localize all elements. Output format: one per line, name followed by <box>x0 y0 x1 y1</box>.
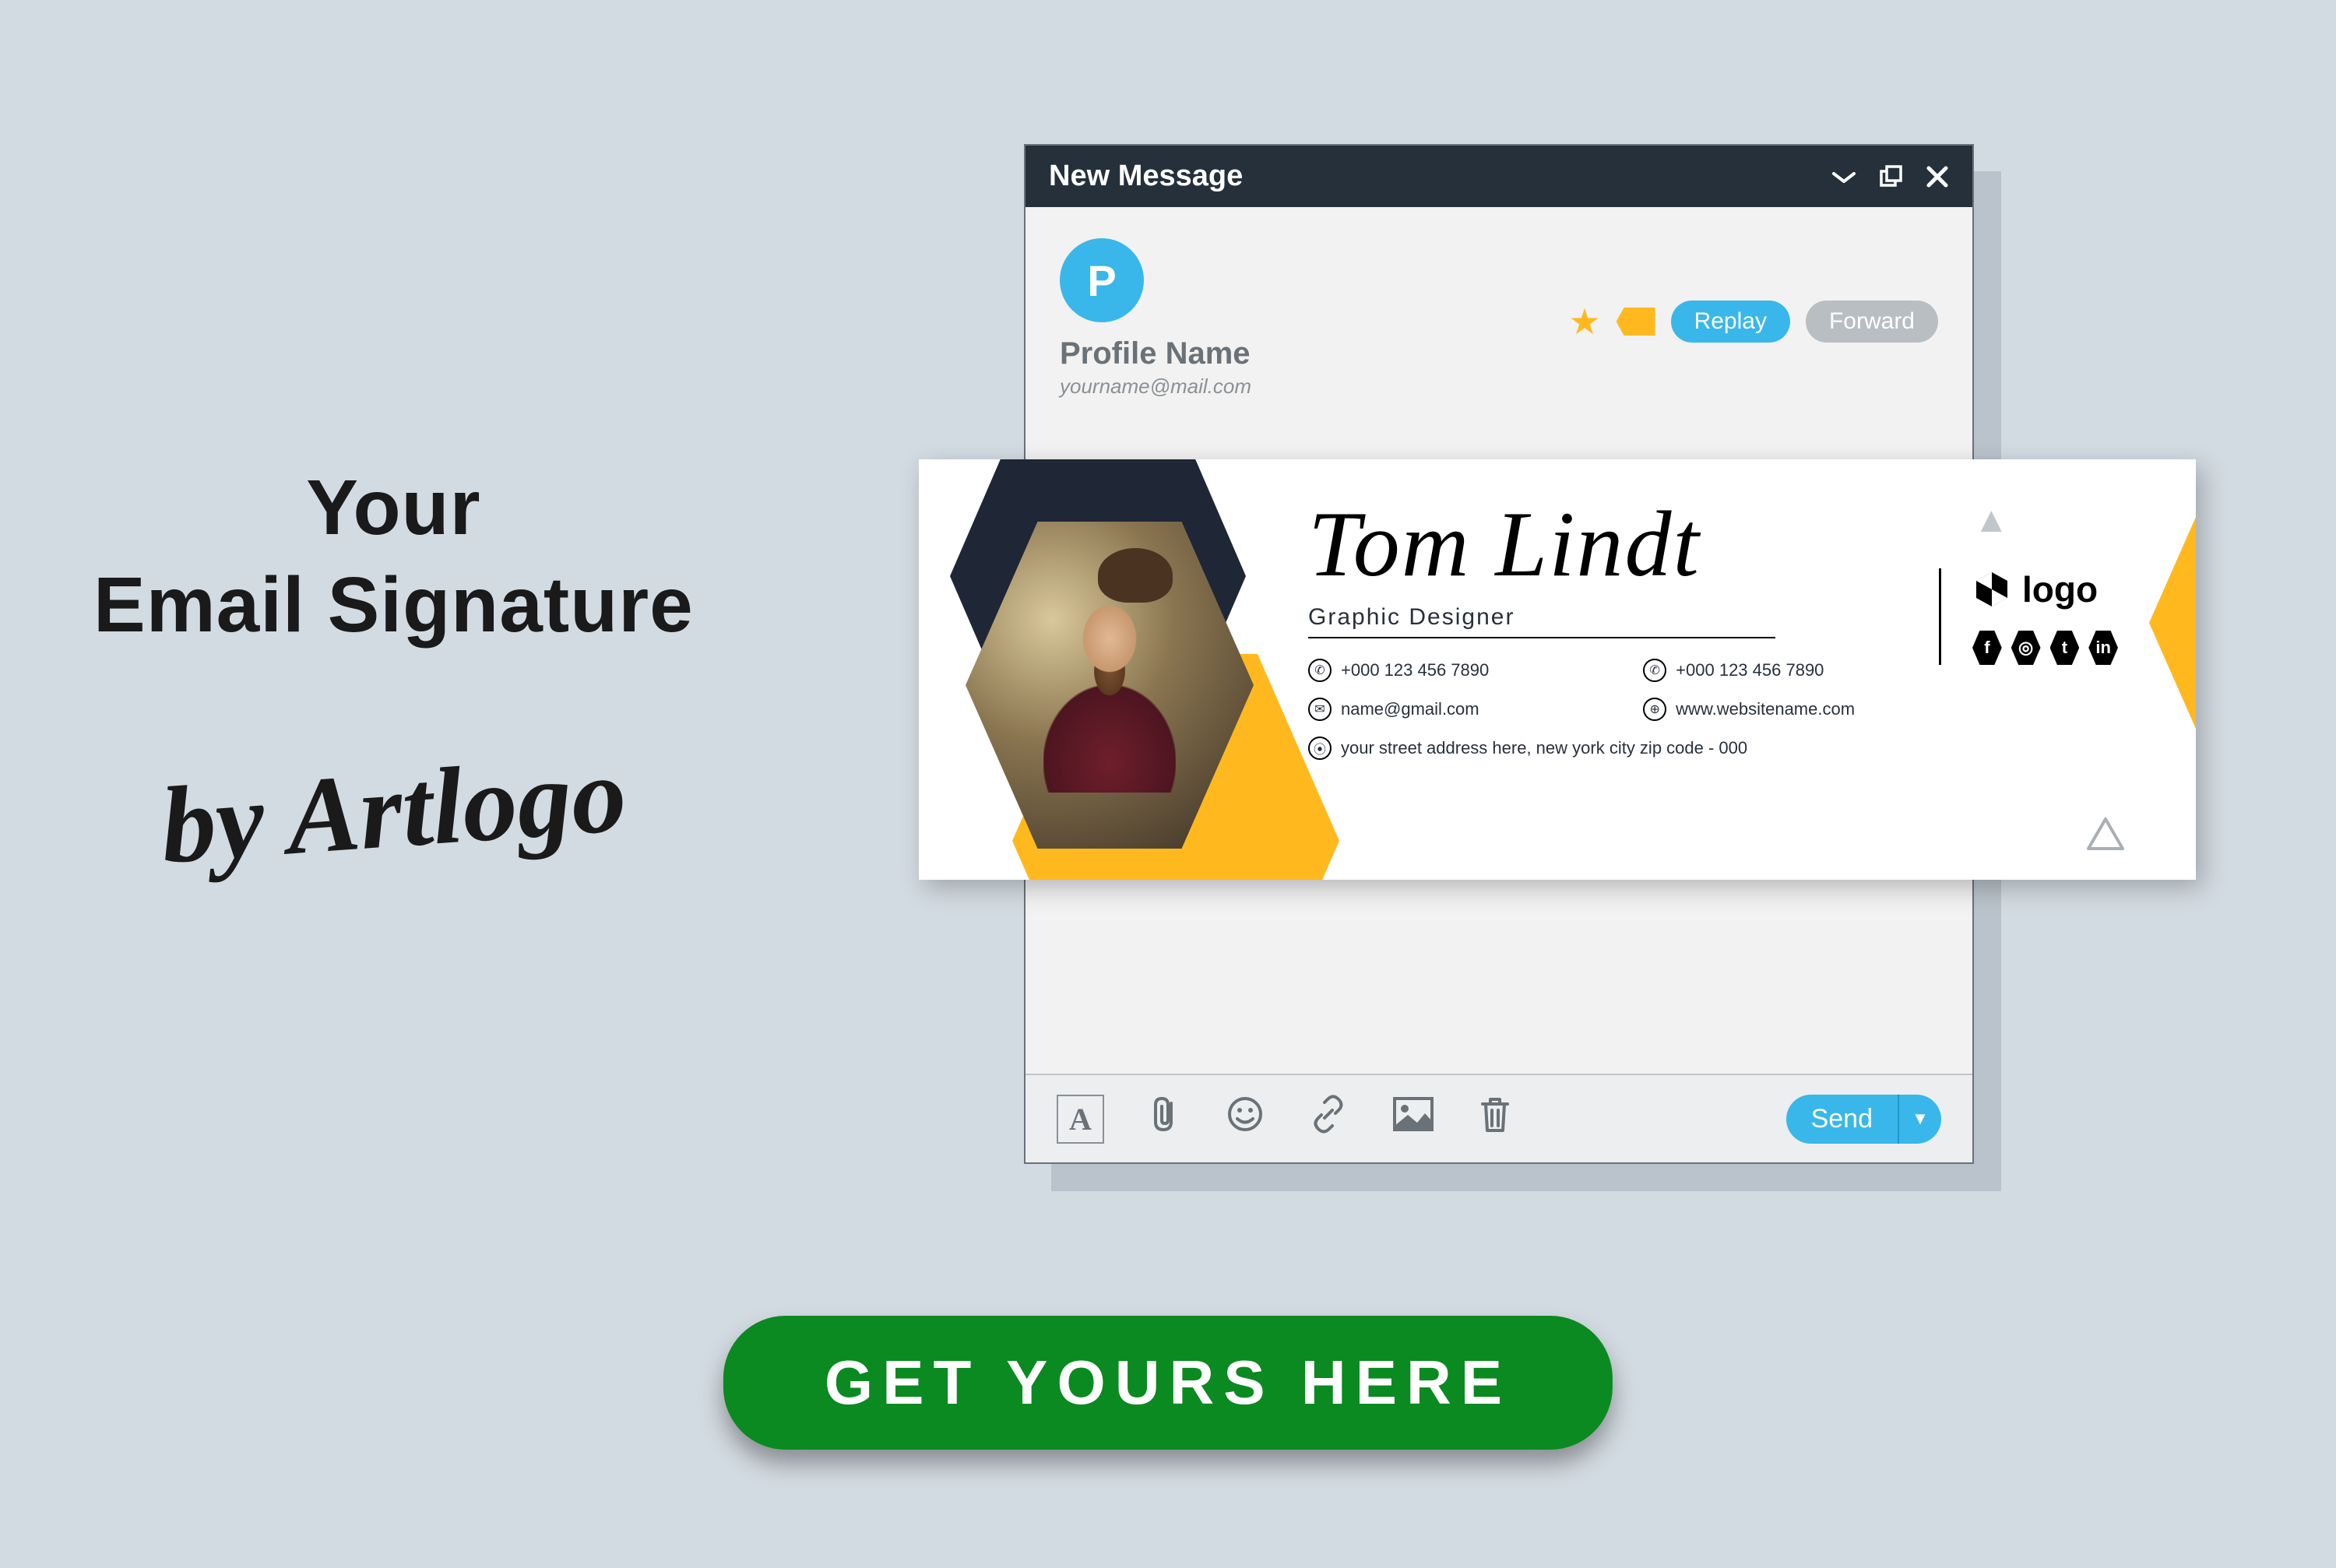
location-icon: ⦿ <box>1308 737 1332 760</box>
email-icon: ✉ <box>1308 698 1332 721</box>
signature-website: ⊕ www.websitename.com <box>1643 698 1962 721</box>
byline: by Artlogo <box>90 726 697 893</box>
signature-name: Tom Lindt <box>1308 490 1962 598</box>
triangle-down-icon <box>2085 816 2126 852</box>
emoji-icon[interactable] <box>1226 1095 1265 1143</box>
headline-line1: Your <box>93 459 694 557</box>
maximize-icon[interactable] <box>1879 164 1904 189</box>
image-icon[interactable] <box>1392 1096 1434 1141</box>
star-icon[interactable]: ★ <box>1568 301 1600 343</box>
minimize-icon[interactable] <box>1831 169 1857 185</box>
reply-button[interactable]: Replay <box>1671 301 1790 343</box>
cta-button[interactable]: GET YOURS HERE <box>723 1316 1613 1450</box>
profile-email: yourname@mail.com <box>1060 374 1251 399</box>
signature-phone2: ✆ +000 123 456 7890 <box>1643 659 1962 682</box>
send-button[interactable]: Send ▼ <box>1786 1095 1941 1144</box>
compose-titlebar: New Message <box>1026 146 1972 207</box>
close-icon[interactable] <box>1926 165 1949 188</box>
triangle-up-icon: ▲ <box>1973 498 2009 540</box>
format-text-icon[interactable]: A <box>1057 1095 1104 1144</box>
logo-text: logo <box>2022 568 2098 610</box>
signature-email: ✉ name@gmail.com <box>1308 698 1596 721</box>
logo-icon <box>1972 570 2011 609</box>
signature-logo-block: logo f ◎ t in <box>1939 568 2118 665</box>
compose-toolbar: A Send ▼ <box>1026 1074 1972 1162</box>
profile-name: Profile Name <box>1060 336 1251 371</box>
headline-line2: Email Signature <box>93 557 694 654</box>
signature-card: ▲ Tom Lindt Graphic Designer ✆ +000 123 … <box>919 459 2196 880</box>
compose-title: New Message <box>1049 160 1243 193</box>
signature-address: ⦿ your street address here, new york cit… <box>1308 737 1962 760</box>
tag-icon[interactable] <box>1617 308 1655 336</box>
hexagon-yellow-right-decor <box>2149 490 2196 755</box>
forward-button[interactable]: Forward <box>1806 301 1938 343</box>
send-dropdown-icon[interactable]: ▼ <box>1898 1095 1941 1144</box>
link-icon[interactable] <box>1308 1094 1349 1144</box>
phone-icon: ✆ <box>1643 659 1666 682</box>
avatar[interactable]: P <box>1060 238 1144 322</box>
attachment-icon[interactable] <box>1148 1094 1182 1144</box>
facebook-icon[interactable]: f <box>1972 631 2002 665</box>
promo-copy: Your Email Signature by Artlogo <box>93 459 694 873</box>
signature-job-title: Graphic Designer <box>1308 604 1962 631</box>
send-label: Send <box>1786 1095 1898 1144</box>
linkedin-icon[interactable]: in <box>2088 631 2118 665</box>
twitter-icon[interactable]: t <box>2050 631 2080 665</box>
signature-phone1: ✆ +000 123 456 7890 <box>1308 659 1596 682</box>
globe-icon: ⊕ <box>1643 698 1666 721</box>
instagram-icon[interactable]: ◎ <box>2011 631 2041 665</box>
divider <box>1308 637 1775 638</box>
phone-icon: ✆ <box>1308 659 1332 682</box>
trash-icon[interactable] <box>1478 1095 1512 1143</box>
